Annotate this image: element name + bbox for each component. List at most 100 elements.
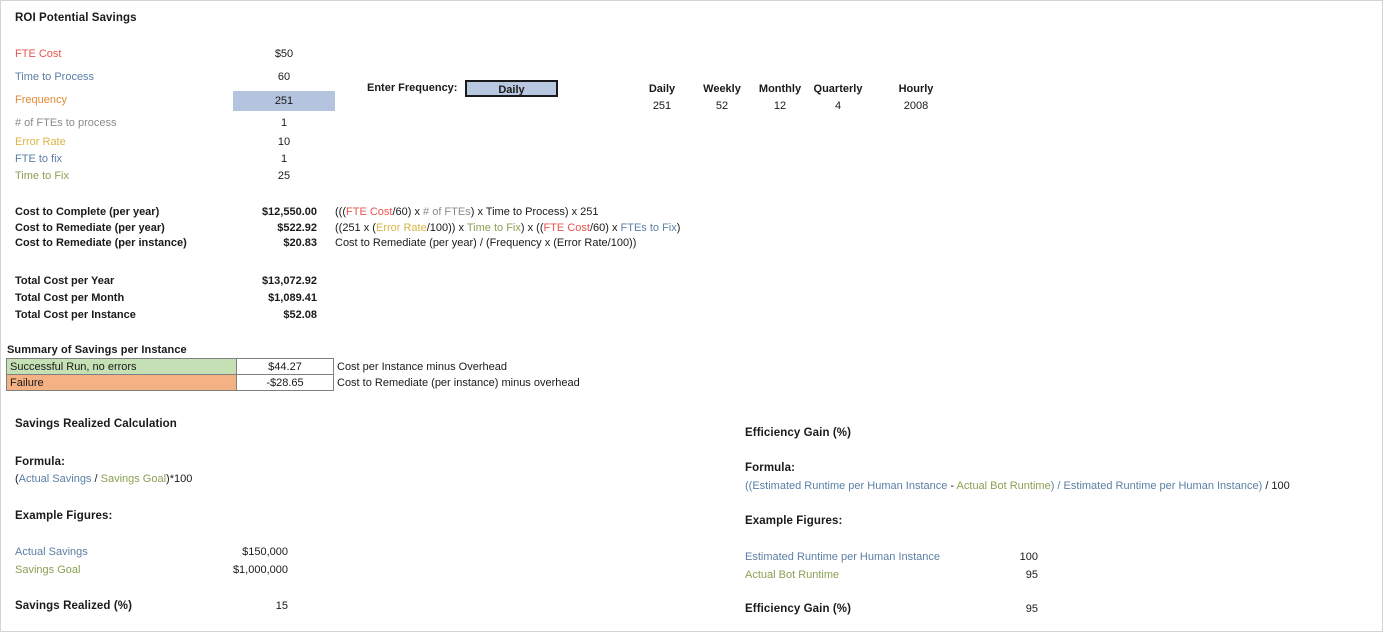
cost-value-0: $12,550.00 <box>261 206 317 218</box>
cost-value-1: $522.92 <box>277 221 317 234</box>
cost-formula-1-part-3: Time to Fix <box>466 221 521 234</box>
sr-figure-value-0: $150,000 <box>242 546 288 558</box>
cost-formula-1-part-1: Error Rate <box>375 221 427 234</box>
summary-table: Successful Run, no errors $44.27 Cost per … <box>6 358 583 391</box>
eg-figure-label-0: Estimated Runtime per Human Instance <box>745 551 941 563</box>
frequency-value-1: 52 <box>715 100 729 112</box>
cost-label-1: Cost to Remediate (per year) <box>15 221 165 234</box>
frequency-header-3: Quarterly <box>813 83 863 95</box>
summary-value-0: $44.27 <box>236 358 334 375</box>
frequency-value-3: 4 <box>834 100 842 112</box>
input-row-value-1: 60 <box>277 71 291 83</box>
efficiency-gain-formula-part-1: Estimated Runtime per Human Instance <box>752 480 948 492</box>
error-row-value-0: 10 <box>277 136 291 148</box>
cost-formula-1-part-0: ((251 x ( <box>335 221 376 234</box>
savings-realized-formula-part-2: / <box>91 473 101 485</box>
cost-formula-0-part-5: Time to Process <box>485 206 565 218</box>
table-row: Failure -$28.65 Cost to Remediate (per ins… <box>6 374 583 391</box>
eg-figure-value-1: 95 <box>1025 569 1038 581</box>
cost-formula-0-part-0: ((( <box>335 206 346 218</box>
cost-formula-0: (((FTE Cost/60) x # of FTEs) x Time to P… <box>335 206 599 218</box>
table-row: Successful Run, no errors $44.27 Cost per … <box>6 358 583 375</box>
summary-note-1: Cost to Remediate (per instance) minus o… <box>337 376 580 389</box>
sr-figure-label-0: Actual Savings <box>15 546 88 558</box>
cost-formula-1-part-4: ) x (( <box>520 221 544 234</box>
total-value-1: $1,089.41 <box>268 292 317 304</box>
error-row-value-1: 1 <box>280 153 288 165</box>
total-label-0: Total Cost per Year <box>15 275 115 287</box>
sr-figure-value-1: $1,000,000 <box>232 564 288 576</box>
cost-formula-0-part-1: FTE Cost <box>346 206 393 218</box>
cost-formula-1-part-7: FTEs to Fix <box>620 221 677 234</box>
error-row-label-0: Error Rate <box>15 136 66 148</box>
frequency-select[interactable]: Daily <box>465 80 558 97</box>
roi-savings-worksheet: ROI Potential Savings FTE Cost $50 Time to… <box>0 0 1383 632</box>
sr-figure-label-1: Savings Goal <box>15 564 81 576</box>
cost-formula-0-part-4: ) x <box>470 206 486 218</box>
cost-formula-0-part-2: /60) x <box>392 206 424 218</box>
frequency-value-0: 251 <box>652 100 672 112</box>
cost-formula-1-part-8: ) <box>676 221 681 234</box>
input-row-label-3: # of FTEs to process <box>15 117 117 129</box>
efficiency-gain-result-label: Efficiency Gain (%) <box>745 603 852 615</box>
efficiency-gain-figures: Estimated Runtime per Human Instance 100 A… <box>745 551 1065 596</box>
input-row-value-2-highlighted[interactable]: 251 <box>233 91 335 111</box>
savings-realized-formula: (Actual Savings / Savings Goal)*100 <box>15 473 192 485</box>
savings-realized-formula-part-4: )*100 <box>166 473 193 485</box>
totals-block: Total Cost per Year $13,072.92 Total Cost … <box>1 1 401 321</box>
frequency-header-1: Weekly <box>703 83 741 95</box>
total-value-2: $52.08 <box>283 309 317 321</box>
cost-label-0: Cost to Complete (per year) <box>15 206 160 218</box>
savings-realized-formula-part-1: Actual Savings <box>18 473 92 485</box>
error-row-label-2: Time to Fix <box>15 170 69 182</box>
savings-realized-result-label: Savings Realized (%) <box>15 600 133 612</box>
savings-realized-formula-part-3: Savings Goal <box>100 473 167 485</box>
efficiency-gain-formula-part-7: / 100 <box>1262 480 1290 492</box>
eg-figure-label-1: Actual Bot Runtime <box>745 569 840 581</box>
input-row-label-2: Frequency <box>15 94 67 106</box>
efficiency-gain-formula-part-2: - <box>947 480 957 492</box>
summary-label-0: Successful Run, no errors <box>6 358 237 375</box>
frequency-value-4: 2008 <box>903 100 929 112</box>
efficiency-gain-formula: ((Estimated Runtime per Human Instance -… <box>745 480 1290 492</box>
cost-formula-1: ((251 x (Error Rate/100)) x Time to Fix)… <box>335 222 680 234</box>
efficiency-gain-example-heading: Example Figures: <box>745 515 843 527</box>
efficiency-gain-formula-part-3: Actual Bot Runtime <box>956 480 1051 492</box>
total-label-1: Total Cost per Month <box>15 292 125 304</box>
summary-value-1: -$28.65 <box>236 374 334 391</box>
cost-formula-1-part-5: FTE Cost <box>543 221 590 234</box>
efficiency-gain-formula-part-5: Estimated Runtime per Human Instance <box>1063 480 1259 492</box>
cost-value-2: $20.83 <box>283 237 317 250</box>
total-value-0: $13,072.92 <box>261 275 317 287</box>
frequency-header-0: Daily <box>648 83 676 95</box>
input-row-label-1: Time to Process <box>15 71 95 83</box>
frequency-header-4: Hourly <box>898 83 934 95</box>
savings-realized-figures: Actual Savings $150,000 Savings Goal $1,000… <box>15 546 315 591</box>
error-row-label-1: FTE to fix <box>15 153 63 165</box>
cost-formula-2: Cost to Remediate (per year) / (Frequenc… <box>335 237 636 249</box>
savings-realized-formula-heading: Formula: <box>15 456 65 468</box>
efficiency-gain-formula-part-4: ) / <box>1050 480 1064 492</box>
summary-label-1: Failure <box>6 374 237 391</box>
summary-note-0: Cost per Instance minus Overhead <box>337 360 507 373</box>
savings-realized-result-value: 15 <box>275 600 288 612</box>
cost-formula-2-part-0: Cost to Remediate (per year) / (Frequenc… <box>335 237 637 250</box>
cost-formula-1-part-2: /100)) x <box>426 221 467 234</box>
frequency-header-2: Monthly <box>758 83 802 95</box>
input-row-value-3: 1 <box>280 117 288 129</box>
efficiency-gain-title: Efficiency Gain (%) <box>745 427 852 439</box>
eg-figure-value-0: 100 <box>1019 551 1038 563</box>
cost-formula-0-part-3: # of FTEs <box>423 206 471 218</box>
cost-formula-0-part-6: ) x 251 <box>564 206 599 218</box>
enter-frequency-label: Enter Frequency: <box>367 82 458 94</box>
summary-savings-table: Successful Run, no errors $44.27 Cost per … <box>6 358 583 391</box>
savings-realized-title: Savings Realized Calculation <box>15 418 177 430</box>
savings-realized-example-heading: Example Figures: <box>15 510 113 522</box>
efficiency-gain-formula-heading: Formula: <box>745 462 795 474</box>
efficiency-gain-result-value: 95 <box>1025 603 1038 615</box>
cost-formula-1-part-6: /60) x <box>589 221 621 234</box>
summary-title: Summary of Savings per Instance <box>7 344 187 356</box>
total-label-2: Total Cost per Instance <box>15 309 136 321</box>
error-row-value-2: 25 <box>277 170 291 182</box>
cost-label-2: Cost to Remediate (per instance) <box>15 237 187 250</box>
